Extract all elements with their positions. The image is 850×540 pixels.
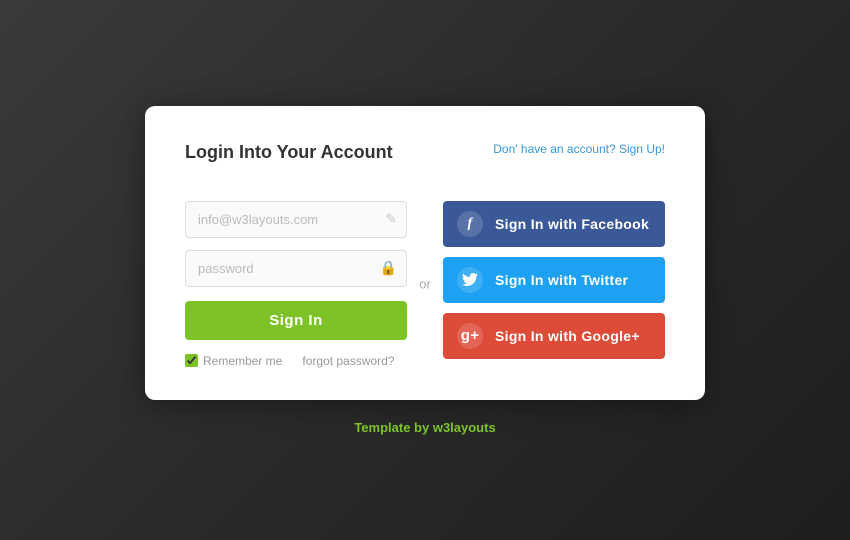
left-panel: ✎ 🔒 Sign In Remember me forgot password? bbox=[185, 201, 407, 368]
user-icon: ✎ bbox=[385, 211, 397, 228]
lock-icon: 🔒 bbox=[380, 260, 397, 277]
login-card: Login Into Your Account Don' have an acc… bbox=[145, 106, 705, 400]
footer: Template by w3layouts bbox=[354, 420, 495, 435]
facebook-icon: f bbox=[457, 211, 483, 237]
footer-link[interactable]: w3layouts bbox=[433, 420, 496, 435]
remember-row: Remember me forgot password? bbox=[185, 354, 407, 368]
card-title: Login Into Your Account bbox=[185, 142, 393, 163]
remember-label: Remember me bbox=[185, 354, 282, 368]
password-wrap: 🔒 bbox=[185, 250, 407, 287]
right-panel: f Sign In with Facebook Sign In with Twi… bbox=[443, 201, 665, 359]
facebook-signin-button[interactable]: f Sign In with Facebook bbox=[443, 201, 665, 247]
forgot-password-link[interactable]: forgot password? bbox=[302, 354, 394, 368]
twitter-icon bbox=[457, 267, 483, 293]
or-divider: or bbox=[415, 273, 435, 296]
remember-checkbox[interactable] bbox=[185, 354, 198, 367]
twitter-signin-button[interactable]: Sign In with Twitter bbox=[443, 257, 665, 303]
password-input[interactable] bbox=[185, 250, 407, 287]
signin-button[interactable]: Sign In bbox=[185, 301, 407, 340]
google-plus-icon: g+ bbox=[457, 323, 483, 349]
google-signin-button[interactable]: g+ Sign In with Google+ bbox=[443, 313, 665, 359]
email-wrap: ✎ bbox=[185, 201, 407, 238]
email-input[interactable] bbox=[185, 201, 407, 238]
signup-link[interactable]: Don' have an account? Sign Up! bbox=[493, 142, 665, 156]
